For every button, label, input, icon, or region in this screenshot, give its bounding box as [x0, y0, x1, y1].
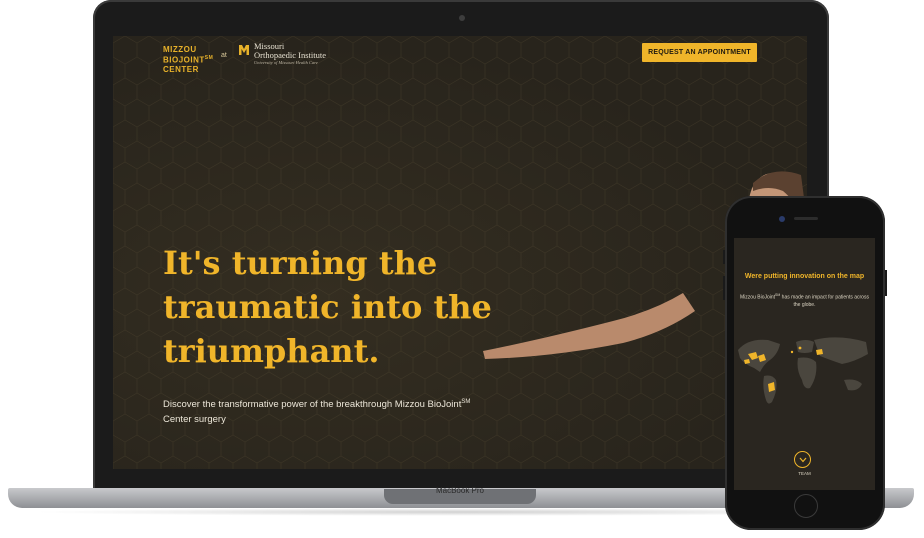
request-appointment-button[interactable]: REQUEST AN APPOINTMENT — [642, 43, 757, 62]
phone-screen: Were putting innovation on the map Mizzo… — [734, 238, 875, 490]
phone-body-text: Mizzou BioJoint — [740, 294, 776, 301]
phone-home-button[interactable] — [794, 494, 818, 518]
logo-at-text: at — [221, 52, 227, 59]
team-label[interactable]: TEAM — [734, 471, 875, 476]
phone-body: Mizzou BioJointSM has made an impact for… — [740, 292, 869, 309]
logo-line-1: MIZZOU — [163, 45, 197, 54]
subcopy-text-end: Center surgery — [163, 414, 226, 426]
mizzou-biojoint-logo[interactable]: MIZZOU BIOJOINTSM CENTER — [163, 45, 213, 74]
institute-line-2: Orthopaedic Institute — [254, 50, 326, 60]
laptop-screen: MIZZOU BIOJOINTSM CENTER at Missouri Ort… — [113, 36, 807, 469]
phone-side-button-right — [885, 270, 887, 296]
laptop-camera — [459, 15, 465, 21]
mizzou-m-icon — [239, 44, 249, 56]
orthopaedic-institute-logo[interactable]: Missouri Orthopaedic Institute — [254, 42, 326, 60]
phone-camera — [779, 216, 785, 222]
subcopy-text: Discover the transformative power of the… — [163, 399, 462, 411]
macbook-label: MacBook Pro — [435, 486, 485, 495]
institute-subtitle: University of Missouri Health Care — [254, 60, 318, 65]
phone-speaker — [794, 217, 818, 220]
hero-subcopy: Discover the transformative power of the… — [163, 395, 493, 427]
logo-line-2: BIOJOINTSM — [163, 55, 214, 65]
chevron-down-icon[interactable] — [794, 451, 811, 468]
phone-body-text-end: has made an impact for patients across t… — [780, 294, 869, 308]
headline-line-2: traumatic into the — [163, 288, 492, 326]
subcopy-sup: SM — [461, 399, 471, 405]
hero-headline: It's turning the traumatic into the triu… — [163, 241, 523, 373]
headline-line-3: triumphant. — [163, 332, 380, 370]
logo-line-3: CENTER — [163, 64, 199, 74]
headline-line-1: It's turning the — [163, 244, 438, 282]
world-map — [738, 337, 868, 404]
phone-title: Were putting innovation on the map — [744, 273, 865, 280]
